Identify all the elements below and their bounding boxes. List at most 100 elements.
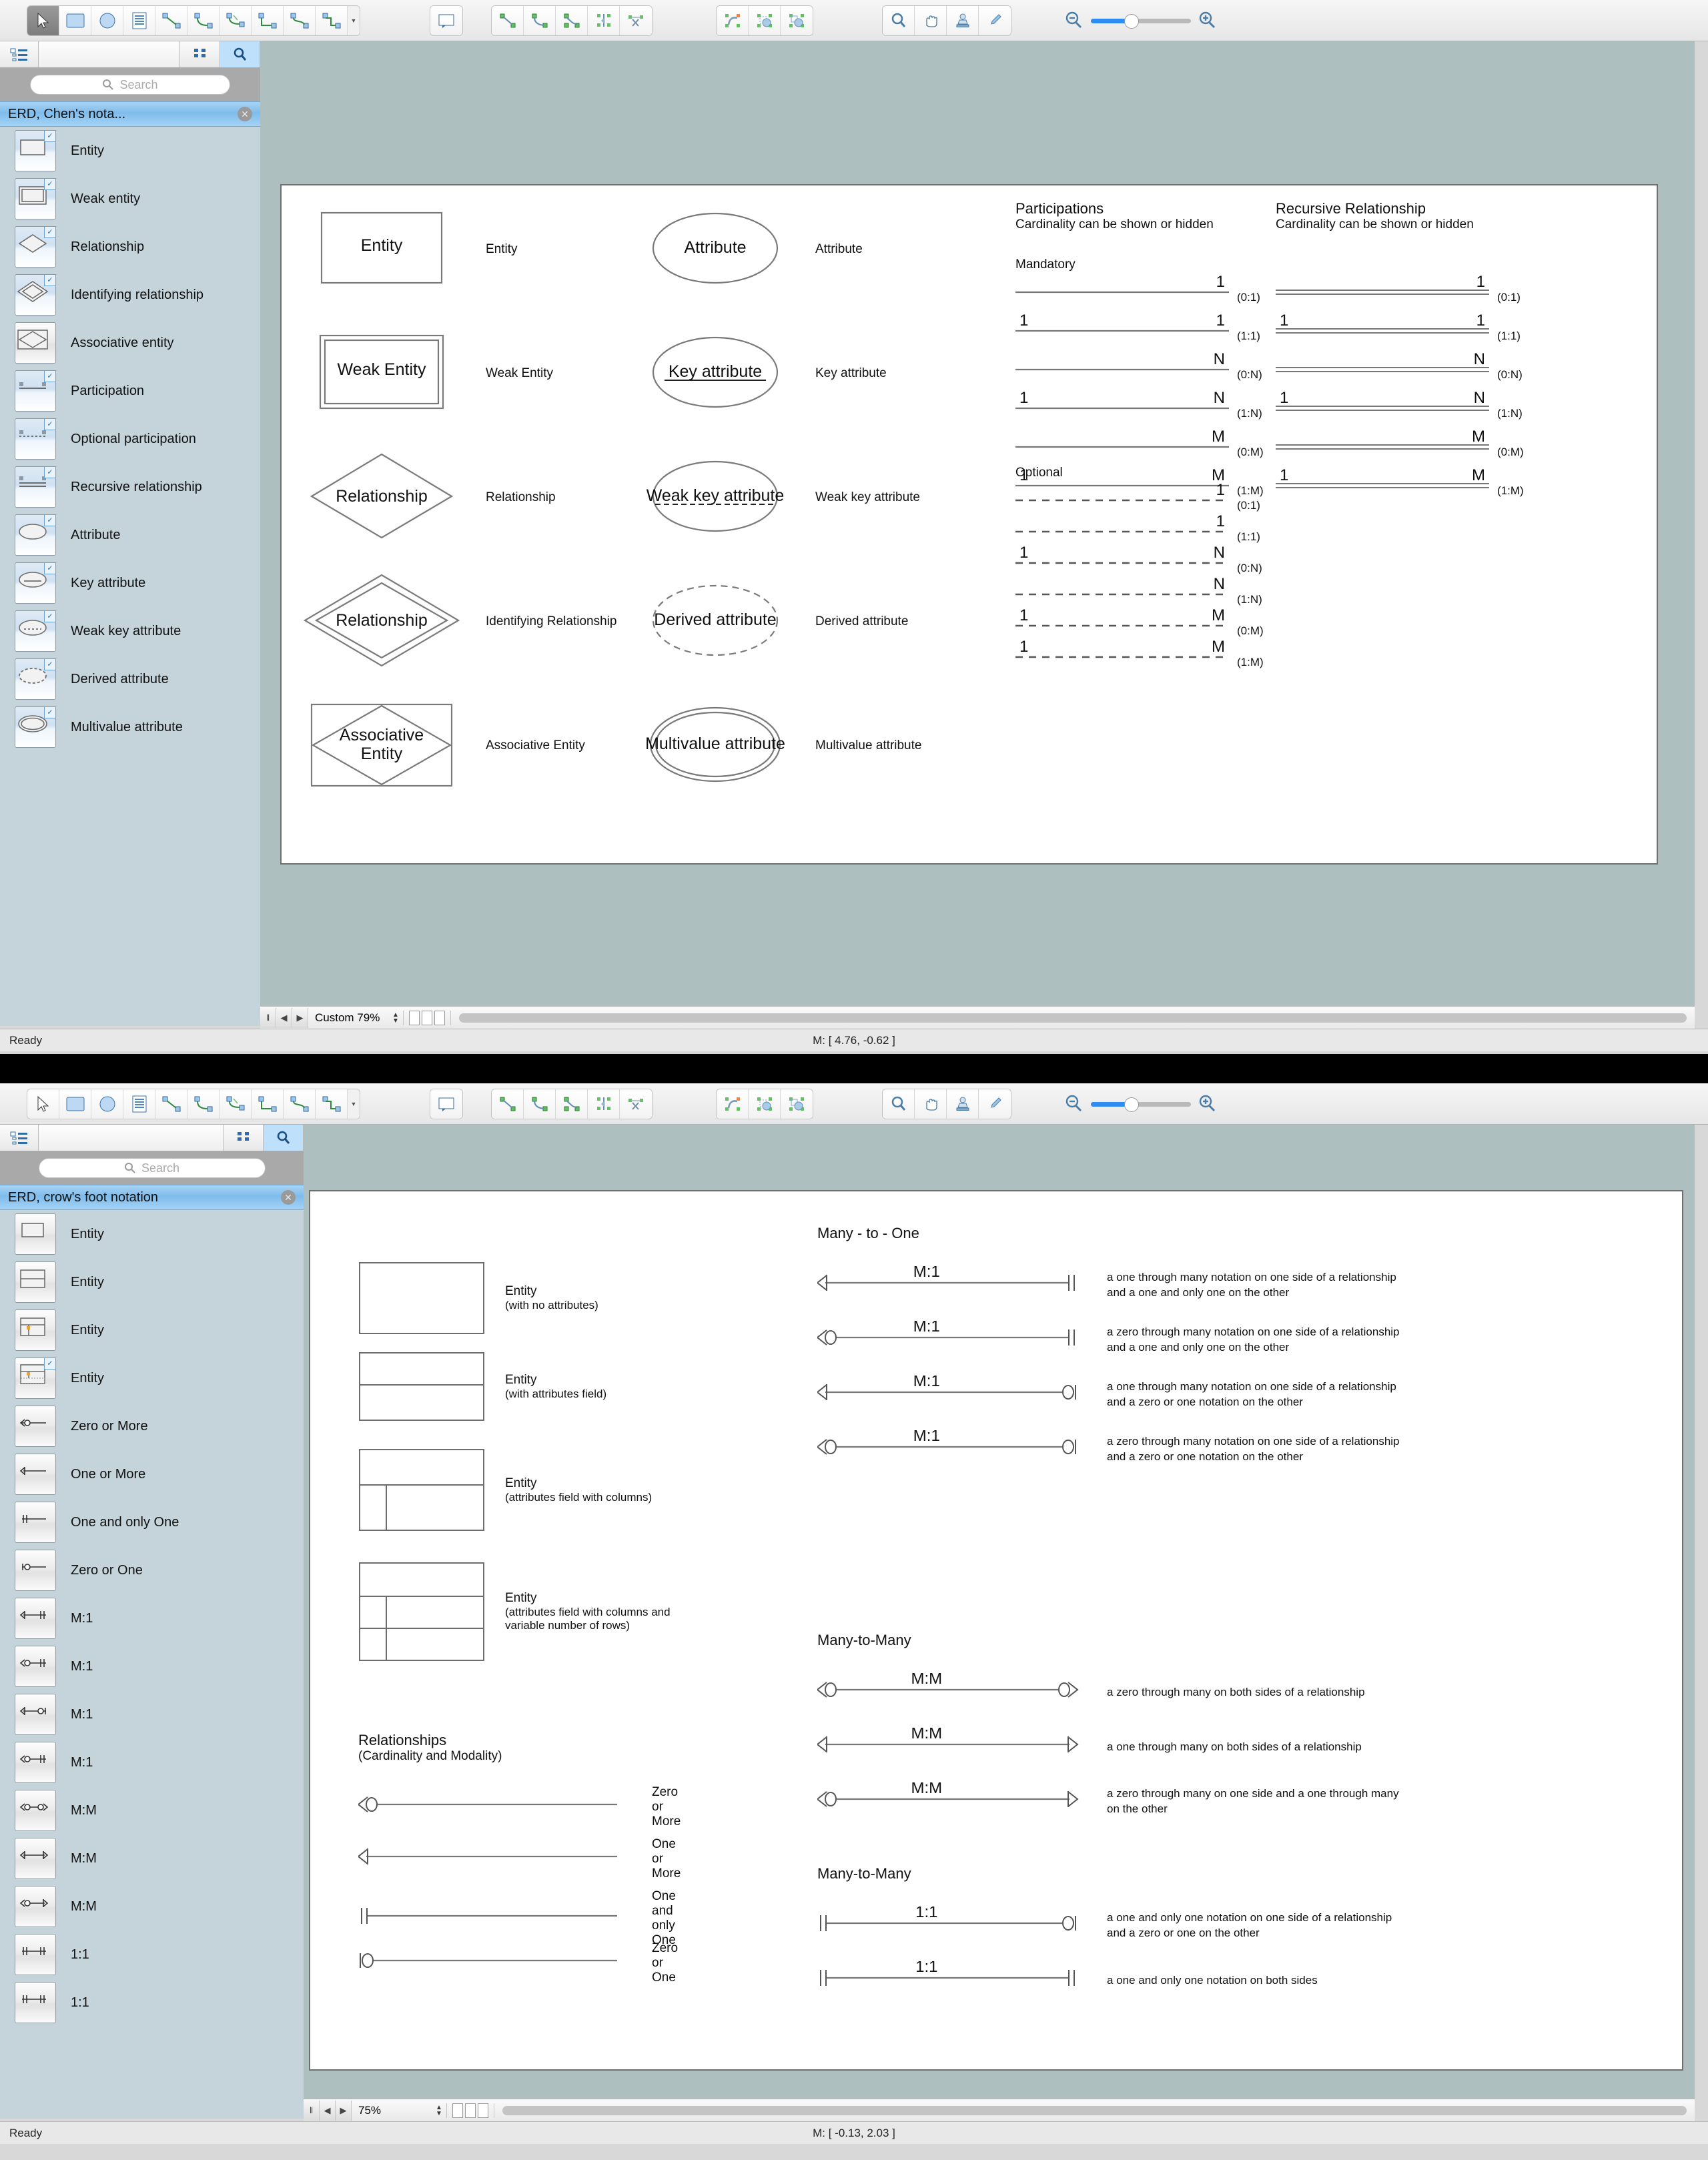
tree-connector-icon[interactable] [220,6,252,35]
sidebar-item-m-1[interactable]: M:1 [0,1594,304,1642]
rectangle-icon[interactable] [59,6,91,35]
sidebar-item-one-and-only-one[interactable]: One and only One [0,1498,304,1546]
arc-connector-icon[interactable] [187,6,220,35]
chen-shape-row[interactable]: Relationship Identifying Relationship [295,568,616,675]
zoom-stepper[interactable]: ▲ ▼ [388,1011,403,1024]
scissors-icon[interactable] [620,1089,652,1119]
callout-icon[interactable] [430,6,462,35]
chen-attribute-row[interactable]: Attribute Attribute [628,196,863,303]
tree-connector-icon[interactable] [220,1089,252,1119]
sidebar-item-weak-key-attribute[interactable]: ✓ Weak key attribute [0,607,260,655]
shape-thumbnail[interactable] [15,1550,56,1591]
shape-thumbnail[interactable] [15,1838,56,1879]
sidebar-item-entity[interactable]: Entity [0,1306,304,1354]
search-view-icon[interactable] [264,1125,304,1151]
shape-thumbnail[interactable]: ✓ [15,418,56,460]
sidebar-item-entity[interactable]: ✓ Entity [0,127,260,175]
search-view-icon[interactable] [220,41,260,67]
sidebar-item-entity[interactable]: Entity [0,1210,304,1258]
prev-page-button[interactable]: ◀ [320,2100,336,2121]
ellipse-icon[interactable] [91,1089,123,1119]
sidebar-item-optional-participation[interactable]: ✓ Optional participation [0,415,260,463]
zoom-out-icon[interactable] [1064,11,1084,31]
eyedropper-icon[interactable] [979,1089,1011,1119]
shape-thumbnail[interactable] [15,1934,56,1975]
shape-thumbnail[interactable] [15,1742,56,1783]
shape-thumbnail[interactable]: ✓ [15,610,56,652]
next-page-button[interactable]: ▶ [336,2100,352,2121]
shape-thumbnail[interactable] [15,1454,56,1495]
zoom-stepper[interactable]: ▲ ▼ [432,2104,446,2117]
shape-thumbnail[interactable]: ✓ [15,1358,56,1399]
shape-thumbnail[interactable]: ✓ [15,226,56,267]
library-title-bar-2[interactable]: ERD, crow's foot notation ✕ [0,1185,304,1210]
bezier-connector-icon[interactable] [316,6,348,35]
shape-thumbnail[interactable]: ✓ [15,370,56,412]
sidebar-item-m-1[interactable]: M:1 [0,1642,304,1690]
sidebar-item-zero-or-one[interactable]: Zero or One [0,1546,304,1594]
sidebar-item-derived-attribute[interactable]: ✓ Derived attribute [0,655,260,703]
rectangle-icon[interactable] [59,1089,91,1119]
sidebar-item-one-or-more[interactable]: One or More [0,1450,304,1498]
zoom-out-icon[interactable] [1064,1094,1084,1114]
chen-attribute-row[interactable]: Weak key attribute Weak key attribute [628,444,920,551]
scissors-icon[interactable] [620,6,652,35]
pointer-icon[interactable] [27,6,59,35]
sidebar-item-entity[interactable]: ✓ Entity [0,1354,304,1402]
shape-thumbnail[interactable] [15,1261,56,1303]
crowsfoot-entity-row[interactable]: Entity (attributes field with columns and… [358,1562,671,1662]
shape-thumbnail[interactable] [15,1886,56,1927]
orthogonal-connector-icon[interactable] [252,1089,284,1119]
crowsfoot-entity-row[interactable]: Entity (with no attributes) [358,1261,598,1335]
tree-view-icon[interactable] [0,1125,39,1151]
canvas-2[interactable]: Entity (with no attributes) Entity (with at… [304,1125,1695,2119]
sidebar-item-1-1[interactable]: 1:1 [0,1931,304,1979]
search-input[interactable]: Search [30,75,230,95]
eyedropper-icon[interactable] [979,6,1011,35]
sidebar-item-m-1[interactable]: M:1 [0,1738,304,1786]
sidebar-item-recursive-relationship[interactable]: ✓ Recursive relationship [0,463,260,511]
sidebar-item-m-1[interactable]: M:1 [0,1690,304,1738]
magnifier-icon[interactable] [883,1089,915,1119]
prev-page-button[interactable]: ◀ [276,1007,292,1028]
chevron-down-icon[interactable]: ▼ [348,6,360,35]
shape-thumbnail[interactable] [15,1309,56,1351]
crowsfoot-entity-row[interactable]: Entity (with attributes field) [358,1352,606,1422]
sidebar-item-weak-entity[interactable]: ✓ Weak entity [0,175,260,223]
canvas[interactable]: Entity Entity Weak Entity Weak Entity Relati… [260,41,1695,1026]
shape-thumbnail[interactable] [15,1646,56,1687]
sidebar-filter-field[interactable] [39,1125,224,1151]
ellipse-icon[interactable] [91,6,123,35]
sidebar-item-multivalue-attribute[interactable]: ✓ Multivalue attribute [0,703,260,751]
sidebar-item-attribute[interactable]: ✓ Attribute [0,511,260,559]
sidebar-item-1-1[interactable]: 1:1 [0,1979,304,2027]
bezier-connector-icon[interactable] [316,1089,348,1119]
sidebar-item-associative-entity[interactable]: Associative entity [0,319,260,367]
shape-thumbnail[interactable]: ✓ [15,562,56,604]
group-icon[interactable] [749,6,781,35]
canvas-scrollbar-2[interactable]: ‖ ◀ ▶ 75% ▲ ▼ [304,2099,1695,2121]
zoom-level-value[interactable]: 75% [352,2104,432,2117]
shape-thumbnail[interactable] [15,1694,56,1735]
hand-icon[interactable] [915,6,947,35]
curve-connector-icon[interactable] [284,1089,316,1119]
zoom-slider-group[interactable] [1064,11,1218,31]
magnifier-icon[interactable] [883,6,915,35]
shape-thumbnail[interactable] [15,1790,56,1831]
curve-connector-icon[interactable] [284,6,316,35]
zoom-in-icon[interactable] [1198,11,1218,31]
zoom-slider-group-2[interactable] [1064,1094,1218,1114]
pause-icon[interactable]: ‖ [304,2100,320,2121]
straight-line-icon[interactable] [492,1089,524,1119]
shape-thumbnail[interactable] [15,322,56,364]
pause-icon[interactable]: ‖ [260,1007,276,1028]
sidebar-item-m-m[interactable]: M:M [0,1834,304,1882]
arc-line-icon[interactable] [524,1089,556,1119]
line-connector-icon[interactable] [155,1089,187,1119]
horizontal-scroll-track[interactable] [459,1013,1687,1023]
chevron-down-icon[interactable]: ▼ [348,1089,360,1119]
shape-thumbnail[interactable] [15,1502,56,1543]
page-indicator[interactable] [403,1010,451,1025]
rotate-icon[interactable] [717,1089,749,1119]
callout-icon[interactable] [430,1089,462,1119]
